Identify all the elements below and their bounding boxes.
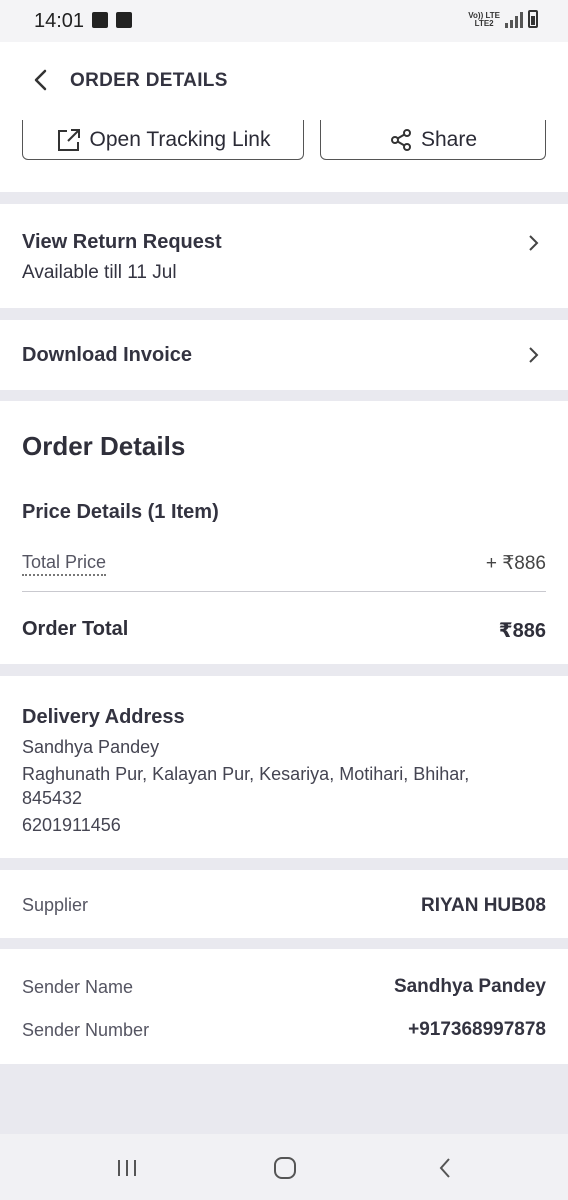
order-details-heading: Order Details bbox=[22, 431, 186, 461]
open-tracking-link-button[interactable]: Open Tracking Link bbox=[22, 120, 304, 160]
network-type-bottom: LTE2 bbox=[474, 19, 494, 28]
download-invoice-title: Download Invoice bbox=[22, 344, 193, 366]
delivery-address-title: Delivery Address bbox=[22, 706, 185, 728]
system-navigation-bar bbox=[0, 1134, 568, 1200]
open-tracking-link-label: Open Tracking Link bbox=[89, 127, 271, 151]
nav-back-button[interactable] bbox=[425, 1154, 465, 1182]
recents-button[interactable] bbox=[107, 1154, 147, 1182]
price-details-heading: Price Details (1 Item) bbox=[22, 501, 219, 523]
recipient-phone: 6201911456 bbox=[22, 815, 121, 835]
order-total-value: ₹886 bbox=[498, 620, 546, 642]
status-indicators: Vo)) LTE LTE2 bbox=[468, 10, 538, 28]
home-button[interactable] bbox=[265, 1154, 305, 1182]
chevron-right-icon bbox=[529, 347, 539, 363]
delivery-address-section: Delivery Address Sandhya Pandey Raghunat… bbox=[0, 676, 568, 858]
return-request-availability: Available till 11 Jul bbox=[22, 262, 177, 283]
external-link-icon bbox=[57, 128, 80, 151]
total-price-value: + ₹886 bbox=[485, 553, 546, 574]
back-button[interactable] bbox=[22, 62, 58, 98]
home-icon bbox=[274, 1157, 296, 1179]
battery-icon bbox=[528, 10, 538, 28]
recipient-name: Sandhya Pandey bbox=[22, 737, 160, 757]
recents-icon bbox=[118, 1160, 136, 1176]
sender-number-label: Sender Number bbox=[22, 1020, 150, 1040]
sender-name-label: Sender Name bbox=[22, 977, 134, 997]
return-request-title: View Return Request bbox=[22, 231, 222, 253]
check-notification-icon bbox=[116, 12, 132, 28]
chevron-right-icon bbox=[529, 235, 539, 251]
sender-number-value: +917368997878 bbox=[408, 1019, 546, 1040]
sender-name-value: Sandhya Pandey bbox=[393, 976, 546, 997]
order-details-section: Order Details Price Details (1 Item) Tot… bbox=[0, 401, 568, 664]
share-label: Share bbox=[420, 127, 478, 151]
address-line-2: 845432 bbox=[22, 788, 83, 808]
network-type: Vo)) LTE LTE2 bbox=[468, 12, 500, 28]
supplier-label: Supplier bbox=[22, 895, 89, 915]
view-return-request-row[interactable]: View Return Request Available till 11 Ju… bbox=[0, 204, 568, 308]
status-bar: 14:01 Vo)) LTE LTE2 bbox=[0, 0, 568, 42]
share-icon bbox=[390, 128, 411, 151]
download-invoice-row[interactable]: Download Invoice bbox=[0, 320, 568, 390]
divider bbox=[22, 591, 546, 592]
status-time: 14:01 bbox=[34, 10, 85, 32]
supplier-value: RIYAN HUB08 bbox=[421, 895, 546, 916]
order-total-label: Order Total bbox=[22, 618, 129, 640]
back-arrow-icon bbox=[34, 69, 47, 91]
status-notification-icons bbox=[92, 12, 132, 28]
supplier-section: Supplier RIYAN HUB08 bbox=[0, 870, 568, 938]
signal-icon bbox=[505, 12, 523, 28]
tracking-section: Open Tracking Link Share bbox=[0, 120, 568, 192]
app-header: ORDER DETAILS bbox=[0, 42, 568, 120]
address-line-1: Raghunath Pur, Kalayan Pur, Kesariya, Mo… bbox=[22, 764, 470, 784]
page-title: ORDER DETAILS bbox=[70, 70, 228, 91]
share-button[interactable]: Share bbox=[320, 120, 546, 160]
nav-back-icon bbox=[439, 1158, 450, 1178]
gallery-notification-icon bbox=[92, 12, 108, 28]
total-price-label[interactable]: Total Price bbox=[22, 552, 107, 576]
sender-section: Sender Name Sandhya Pandey Sender Number… bbox=[0, 949, 568, 1064]
